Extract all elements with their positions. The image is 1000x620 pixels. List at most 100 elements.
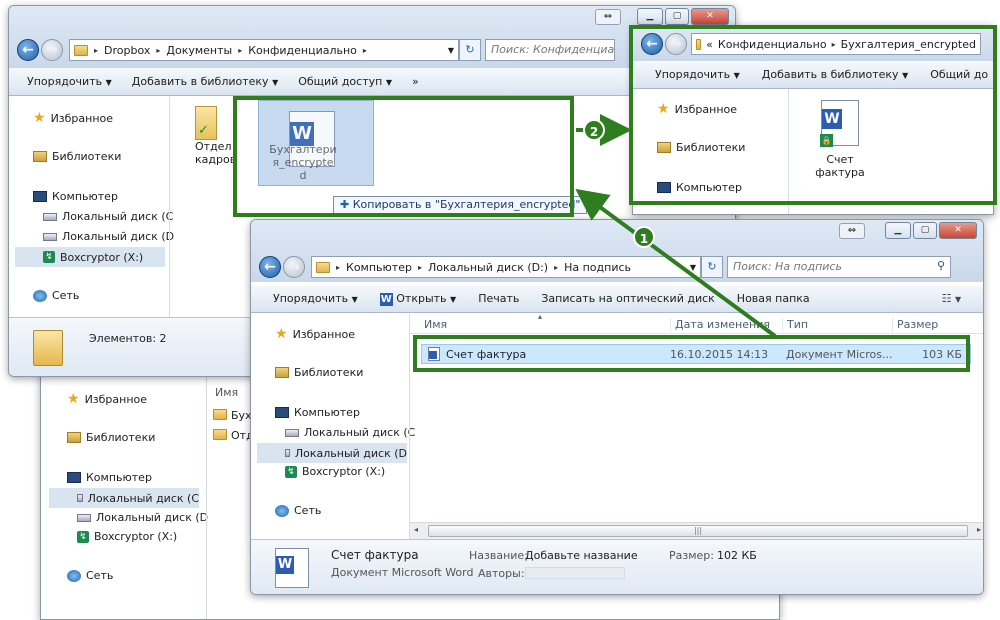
organize-button[interactable]: Упорядочить ▼ bbox=[273, 292, 358, 305]
word-icon: W bbox=[379, 292, 393, 306]
nav-computer[interactable]: Компьютер bbox=[67, 471, 152, 484]
divider bbox=[409, 314, 410, 544]
breadcrumb-for-signature[interactable]: На подпись bbox=[564, 261, 631, 274]
address-bar[interactable]: ▸ Компьютер ▸ Локальный диск (D:) ▸ На под… bbox=[311, 256, 701, 278]
file-item-hr[interactable]: ✓ Отдел кадров bbox=[195, 106, 237, 166]
nav-disk-c[interactable]: Локальный диск (C bbox=[43, 210, 173, 223]
chevron-down-icon[interactable]: ▼ bbox=[448, 46, 454, 55]
organize-button[interactable]: Упорядочить ▼ bbox=[27, 75, 112, 88]
chevron-down-icon: ▼ bbox=[351, 295, 358, 304]
column-header-date[interactable]: Дата изменения bbox=[670, 318, 770, 331]
minimize-button[interactable]: ▁ bbox=[885, 222, 911, 239]
nav-disk-d[interactable]: Локальный диск (D bbox=[257, 443, 407, 463]
chevron-down-icon: ▼ bbox=[385, 78, 392, 87]
chevron-down-icon[interactable]: ▼ bbox=[690, 263, 696, 272]
detail-authors-label: Авторы: bbox=[478, 567, 525, 580]
library-icon bbox=[275, 367, 289, 378]
nav-libraries[interactable]: Библиотеки bbox=[67, 431, 155, 444]
file-label-line2: кадров bbox=[195, 153, 237, 166]
network-icon bbox=[275, 504, 289, 517]
folder-icon bbox=[316, 261, 330, 273]
address-row: ← → ▸ Компьютер ▸ Локальный диск (D:) ▸ На… bbox=[259, 255, 951, 279]
search-icon[interactable]: ⚲ bbox=[937, 259, 945, 272]
nav-favorites[interactable]: ★ Избранное bbox=[33, 110, 113, 126]
forward-button[interactable]: → bbox=[283, 256, 305, 278]
nav-computer[interactable]: Компьютер bbox=[275, 406, 360, 419]
nav-boxcryptor[interactable]: ↯ Boxcryptor (X:) bbox=[77, 530, 177, 543]
navigation-pane: ★ Избранное Библиотеки Компьютер Локальны… bbox=[251, 314, 415, 544]
detail-title-value[interactable]: Добавьте название bbox=[525, 549, 638, 562]
computer-icon bbox=[33, 191, 47, 202]
refresh-button[interactable]: ↻ bbox=[701, 256, 723, 278]
nav-network[interactable]: Сеть bbox=[33, 289, 79, 302]
nav-disk-c[interactable]: Локальный диск (C bbox=[285, 426, 415, 439]
disk-icon bbox=[285, 449, 290, 457]
minimize-button[interactable]: ▁ bbox=[637, 8, 663, 25]
search-input[interactable]: Поиск: Конфиденциально bbox=[485, 39, 615, 61]
column-header-name[interactable]: Имя bbox=[215, 386, 238, 399]
breadcrumb-confidential[interactable]: Конфиденциально bbox=[248, 44, 357, 57]
star-icon: ★ bbox=[33, 110, 46, 126]
breadcrumb-documents[interactable]: Документы bbox=[166, 44, 232, 57]
detail-file-name: Счет фактура bbox=[331, 548, 419, 562]
forward-button[interactable]: → bbox=[41, 39, 63, 61]
status-item-count: Элементов: 2 bbox=[89, 332, 167, 345]
back-button[interactable]: ← bbox=[17, 39, 39, 61]
file-label-line1: Отдел bbox=[195, 140, 232, 153]
nav-libraries[interactable]: Библиотеки bbox=[275, 366, 363, 379]
maximize-button[interactable]: ▢ bbox=[665, 8, 689, 25]
view-options-icon[interactable]: ☷ ▼ bbox=[942, 292, 962, 305]
nav-disk-c[interactable]: Локальный диск (C bbox=[49, 488, 199, 508]
detail-title-label: Название: bbox=[469, 549, 528, 562]
nav-network[interactable]: Сеть bbox=[275, 504, 321, 517]
add-to-library-button[interactable]: Добавить в библиотеку ▼ bbox=[132, 75, 278, 88]
star-icon: ★ bbox=[275, 326, 288, 342]
maximize-button[interactable]: ▢ bbox=[913, 222, 937, 239]
column-header-size[interactable]: Размер bbox=[892, 318, 938, 331]
close-button[interactable]: ✕ bbox=[691, 8, 729, 25]
restore-icon[interactable]: ⇔ bbox=[595, 9, 621, 25]
disk-icon bbox=[285, 428, 299, 437]
highlight-destination-window bbox=[629, 25, 997, 205]
word-document-icon: W bbox=[275, 548, 309, 588]
print-button[interactable]: Печать bbox=[478, 292, 519, 305]
search-input[interactable]: Поиск: На подпись ⚲ bbox=[727, 256, 951, 278]
breadcrumb-dropbox[interactable]: Dropbox bbox=[104, 44, 150, 57]
nav-favorites[interactable]: ★ Избранное bbox=[275, 326, 355, 342]
nav-boxcryptor[interactable]: ↯ Boxcryptor (X:) bbox=[285, 465, 385, 478]
column-header-type[interactable]: Тип bbox=[782, 318, 808, 331]
preview-pane-icon[interactable]: ▥ bbox=[983, 292, 984, 305]
list-item[interactable]: Бух bbox=[213, 409, 252, 422]
back-button[interactable]: ← bbox=[259, 256, 281, 278]
nav-favorites[interactable]: ★ Избранное bbox=[67, 391, 147, 407]
open-button[interactable]: W Открыть ▼ bbox=[379, 292, 456, 306]
chevron-right-icon: ▸ bbox=[554, 262, 559, 272]
restore-icon[interactable]: ⇔ bbox=[839, 223, 865, 239]
scroll-left-icon[interactable]: ◂ bbox=[414, 525, 418, 534]
detail-size-value: 102 КБ bbox=[717, 549, 757, 562]
nav-computer[interactable]: Компьютер bbox=[33, 190, 118, 203]
close-button[interactable]: ✕ bbox=[939, 222, 977, 239]
nav-network[interactable]: Сеть bbox=[67, 569, 113, 582]
nav-disk-d[interactable]: Локальный диск (D bbox=[77, 511, 208, 524]
nav-libraries[interactable]: Библиотеки bbox=[33, 150, 121, 163]
refresh-button[interactable]: ↻ bbox=[459, 39, 481, 61]
breadcrumb-computer[interactable]: Компьютер bbox=[346, 261, 412, 274]
scrollbar-thumb[interactable]: ||| bbox=[428, 525, 968, 537]
nav-disk-d[interactable]: Локальный диск (D bbox=[43, 230, 174, 243]
add-library-label: Добавить в библиотеку bbox=[131, 75, 269, 88]
column-header-name[interactable]: Имя bbox=[424, 318, 447, 331]
burn-button[interactable]: Записать на оптический диск bbox=[541, 292, 714, 305]
scroll-right-icon[interactable]: ▸ bbox=[977, 525, 981, 534]
sort-arrow-icon: ▴ bbox=[538, 312, 543, 321]
new-folder-button[interactable]: Новая папка bbox=[737, 292, 810, 305]
address-bar[interactable]: ▸ Dropbox ▸ Документы ▸ Конфиденциально ▸ ▼ bbox=[69, 39, 459, 61]
list-item[interactable]: Отд bbox=[213, 429, 254, 442]
more-commands-button[interactable]: » bbox=[412, 75, 419, 88]
horizontal-scrollbar[interactable]: ◂ ||| ▸ bbox=[410, 522, 983, 539]
boxcryptor-icon: ↯ bbox=[77, 530, 89, 543]
share-button[interactable]: Общий доступ ▼ bbox=[298, 75, 392, 88]
detail-authors-value[interactable] bbox=[525, 567, 625, 579]
nav-boxcryptor[interactable]: ↯ Boxcryptor (X:) bbox=[15, 247, 165, 267]
breadcrumb-disk-d[interactable]: Локальный диск (D:) bbox=[428, 261, 548, 274]
